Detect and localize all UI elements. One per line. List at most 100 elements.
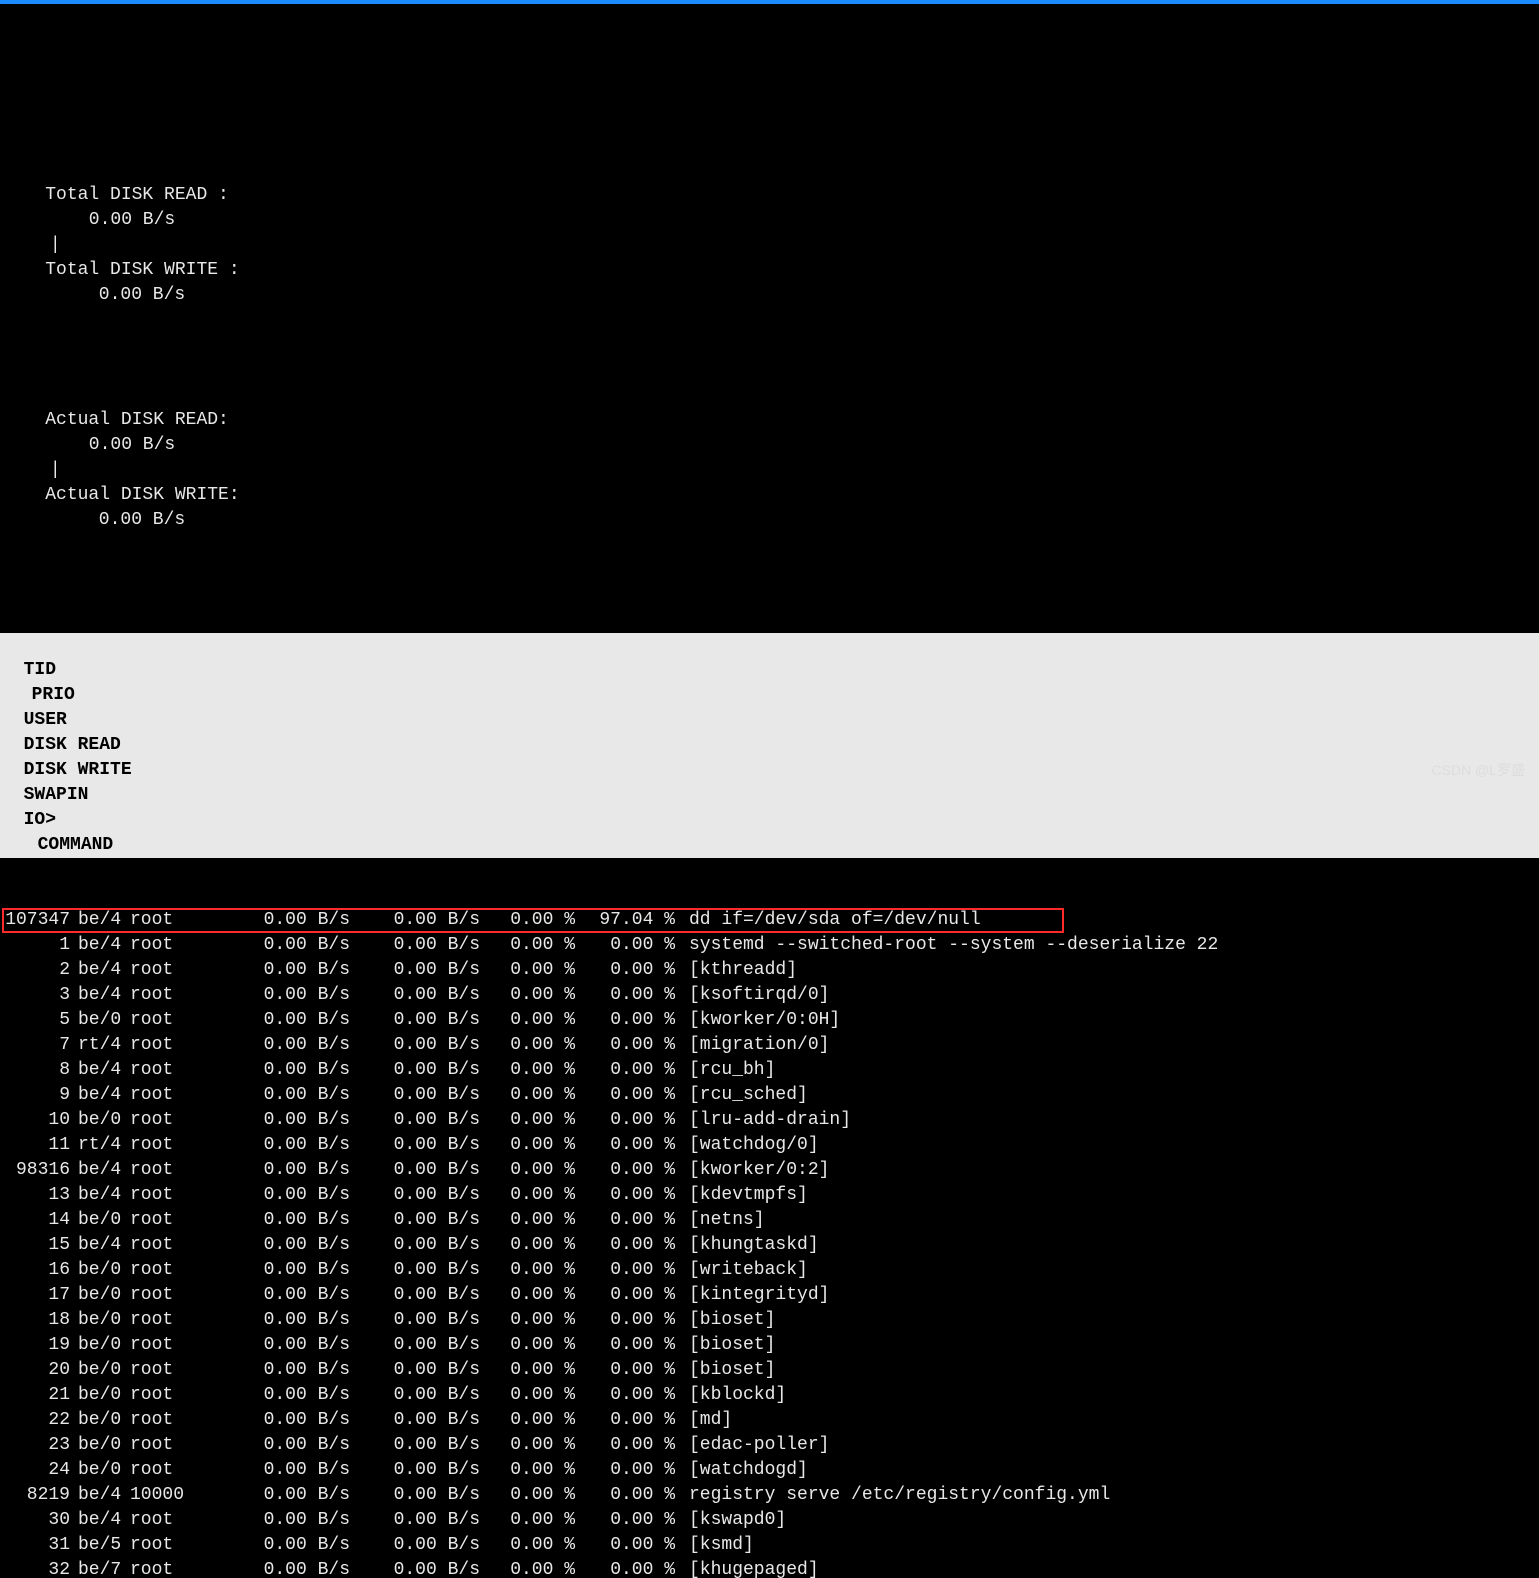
cell-diskread: 0.00 B/s: [220, 1108, 350, 1133]
cell-prio: be/0: [70, 1308, 130, 1333]
cell-command: [watchdogd]: [675, 1458, 808, 1483]
cell-prio: be/0: [70, 1258, 130, 1283]
cell-io: 0.00 %: [575, 1483, 675, 1508]
cell-prio: be/0: [70, 1358, 130, 1383]
cell-user: root: [130, 1458, 220, 1483]
cell-command: [kworker/0:0H]: [675, 1008, 840, 1033]
process-row[interactable]: 10be/0root0.00 B/s0.00 B/s0.00 %0.00 %[l…: [0, 1108, 1539, 1133]
cell-diskwrite: 0.00 B/s: [350, 983, 480, 1008]
cell-diskwrite: 0.00 B/s: [350, 1358, 480, 1383]
cell-diskwrite: 0.00 B/s: [350, 1458, 480, 1483]
cell-user: root: [130, 1033, 220, 1058]
cell-swapin: 0.00 %: [480, 1558, 575, 1578]
cell-user: root: [130, 1158, 220, 1183]
process-row[interactable]: 8219be/4100000.00 B/s0.00 B/s0.00 %0.00 …: [0, 1483, 1539, 1508]
cell-diskread: 0.00 B/s: [220, 983, 350, 1008]
cell-prio: be/4: [70, 1483, 130, 1508]
process-row[interactable]: 22be/0root0.00 B/s0.00 B/s0.00 %0.00 %[m…: [0, 1408, 1539, 1433]
process-row[interactable]: 17be/0root0.00 B/s0.00 B/s0.00 %0.00 %[k…: [0, 1283, 1539, 1308]
col-command[interactable]: COMMAND: [24, 835, 114, 855]
process-row[interactable]: 8be/4root0.00 B/s0.00 B/s0.00 %0.00 %[rc…: [0, 1058, 1539, 1083]
cell-prio: be/0: [70, 1433, 130, 1458]
process-row[interactable]: 98316be/4root0.00 B/s0.00 B/s0.00 %0.00 …: [0, 1158, 1539, 1183]
col-diskread[interactable]: DISK READ: [24, 735, 121, 755]
process-row[interactable]: 2be/4root0.00 B/s0.00 B/s0.00 %0.00 %[kt…: [0, 958, 1539, 983]
cell-command: [kthreadd]: [675, 958, 797, 983]
cell-tid: 10: [2, 1108, 70, 1133]
cell-tid: 21: [2, 1383, 70, 1408]
cell-swapin: 0.00 %: [480, 933, 575, 958]
col-tid[interactable]: TID: [24, 660, 56, 680]
process-row[interactable]: 24be/0root0.00 B/s0.00 B/s0.00 %0.00 %[w…: [0, 1458, 1539, 1483]
process-row[interactable]: 7rt/4root0.00 B/s0.00 B/s0.00 %0.00 %[mi…: [0, 1033, 1539, 1058]
process-row[interactable]: 21be/0root0.00 B/s0.00 B/s0.00 %0.00 %[k…: [0, 1383, 1539, 1408]
cell-diskread: 0.00 B/s: [220, 1008, 350, 1033]
process-row[interactable]: 13be/4root0.00 B/s0.00 B/s0.00 %0.00 %[k…: [0, 1183, 1539, 1208]
process-row[interactable]: 15be/4root0.00 B/s0.00 B/s0.00 %0.00 %[k…: [0, 1233, 1539, 1258]
cell-diskread: 0.00 B/s: [220, 1283, 350, 1308]
cell-io: 0.00 %: [575, 1108, 675, 1133]
cell-user: root: [130, 1258, 220, 1283]
cell-prio: be/4: [70, 1183, 130, 1208]
cell-tid: 18: [2, 1308, 70, 1333]
cell-prio: be/4: [70, 908, 130, 933]
cell-io: 0.00 %: [575, 1058, 675, 1083]
process-row[interactable]: 18be/0root0.00 B/s0.00 B/s0.00 %0.00 %[b…: [0, 1308, 1539, 1333]
cell-command: systemd --switched-root --system --deser…: [675, 933, 1218, 958]
cell-user: root: [130, 1233, 220, 1258]
col-prio[interactable]: PRIO: [24, 685, 75, 705]
cell-command: [rcu_bh]: [675, 1058, 775, 1083]
cell-prio: be/0: [70, 1283, 130, 1308]
cell-diskwrite: 0.00 B/s: [350, 1383, 480, 1408]
cell-io: 0.00 %: [575, 933, 675, 958]
pipe-separator: |: [45, 458, 65, 483]
process-row[interactable]: 23be/0root0.00 B/s0.00 B/s0.00 %0.00 %[e…: [0, 1433, 1539, 1458]
cell-diskwrite: 0.00 B/s: [350, 1108, 480, 1133]
process-row[interactable]: 31be/5root0.00 B/s0.00 B/s0.00 %0.00 %[k…: [0, 1533, 1539, 1558]
cell-io: 0.00 %: [575, 958, 675, 983]
cell-diskwrite: 0.00 B/s: [350, 1258, 480, 1283]
process-list: 107347be/4root0.00 B/s0.00 B/s0.00 %97.0…: [0, 908, 1539, 1578]
cell-command: [kdevtmpfs]: [675, 1183, 808, 1208]
cell-diskwrite: 0.00 B/s: [350, 958, 480, 983]
cell-prio: rt/4: [70, 1133, 130, 1158]
cell-user: root: [130, 1533, 220, 1558]
process-row[interactable]: 14be/0root0.00 B/s0.00 B/s0.00 %0.00 %[n…: [0, 1208, 1539, 1233]
process-row[interactable]: 16be/0root0.00 B/s0.00 B/s0.00 %0.00 %[w…: [0, 1258, 1539, 1283]
process-row[interactable]: 107347be/4root0.00 B/s0.00 B/s0.00 %97.0…: [0, 908, 1539, 933]
process-row[interactable]: 32be/7root0.00 B/s0.00 B/s0.00 %0.00 %[k…: [0, 1558, 1539, 1578]
cell-command: [bioset]: [675, 1308, 775, 1333]
process-row[interactable]: 20be/0root0.00 B/s0.00 B/s0.00 %0.00 %[b…: [0, 1358, 1539, 1383]
col-io-sort[interactable]: IO>: [24, 810, 56, 830]
cell-user: root: [130, 1133, 220, 1158]
cell-prio: be/0: [70, 1383, 130, 1408]
process-row[interactable]: 11rt/4root0.00 B/s0.00 B/s0.00 %0.00 %[w…: [0, 1133, 1539, 1158]
cell-diskwrite: 0.00 B/s: [350, 1133, 480, 1158]
col-diskwrite[interactable]: DISK WRITE: [24, 760, 132, 780]
col-user[interactable]: USER: [24, 710, 67, 730]
cell-user: root: [130, 1383, 220, 1408]
column-header-row[interactable]: TID PRIO USER DISK READ DISK WRITE SWAPI…: [0, 633, 1539, 858]
cell-tid: 14: [2, 1208, 70, 1233]
process-row[interactable]: 1be/4root0.00 B/s0.00 B/s0.00 %0.00 %sys…: [0, 933, 1539, 958]
col-swapin[interactable]: SWAPIN: [24, 785, 89, 805]
cell-diskread: 0.00 B/s: [220, 1333, 350, 1358]
cell-tid: 11: [2, 1133, 70, 1158]
process-row[interactable]: 3be/4root0.00 B/s0.00 B/s0.00 %0.00 %[ks…: [0, 983, 1539, 1008]
cell-swapin: 0.00 %: [480, 1258, 575, 1283]
process-row[interactable]: 9be/4root0.00 B/s0.00 B/s0.00 %0.00 %[rc…: [0, 1083, 1539, 1108]
cell-diskwrite: 0.00 B/s: [350, 1483, 480, 1508]
cell-swapin: 0.00 %: [480, 1383, 575, 1408]
cell-tid: 20: [2, 1358, 70, 1383]
cell-io: 0.00 %: [575, 1358, 675, 1383]
cell-io: 0.00 %: [575, 1183, 675, 1208]
cell-swapin: 0.00 %: [480, 1308, 575, 1333]
cell-io: 97.04 %: [575, 908, 675, 933]
total-write-value: 0.00 B/s: [45, 283, 185, 308]
cell-diskread: 0.00 B/s: [220, 1533, 350, 1558]
cell-tid: 30: [2, 1508, 70, 1533]
cell-prio: be/0: [70, 1408, 130, 1433]
process-row[interactable]: 30be/4root0.00 B/s0.00 B/s0.00 %0.00 %[k…: [0, 1508, 1539, 1533]
process-row[interactable]: 5be/0root0.00 B/s0.00 B/s0.00 %0.00 %[kw…: [0, 1008, 1539, 1033]
process-row[interactable]: 19be/0root0.00 B/s0.00 B/s0.00 %0.00 %[b…: [0, 1333, 1539, 1358]
